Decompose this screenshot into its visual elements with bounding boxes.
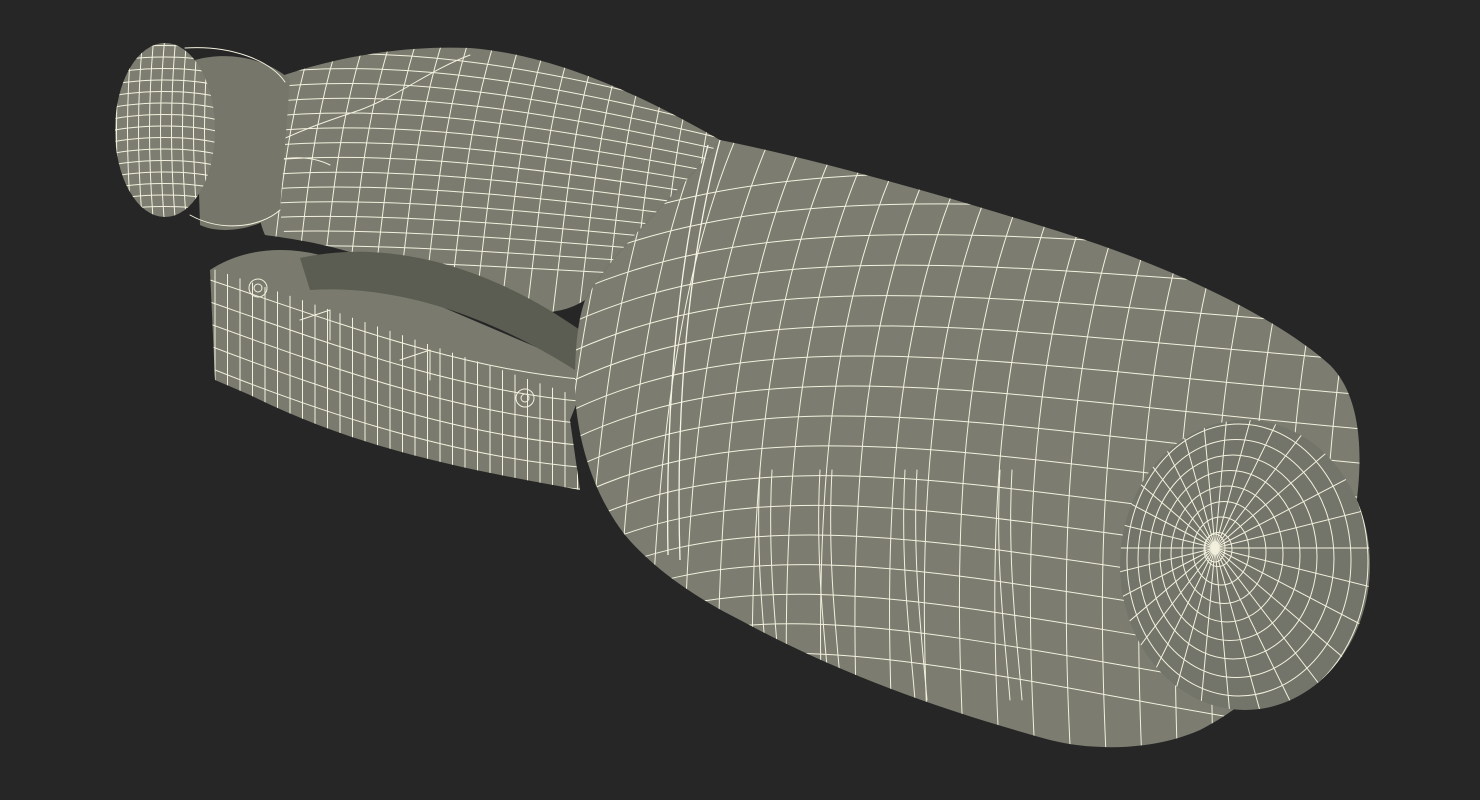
3d-viewport[interactable] [0,0,1480,800]
bottle-cap [115,43,290,230]
bottle-wireframe-model [115,43,1370,748]
